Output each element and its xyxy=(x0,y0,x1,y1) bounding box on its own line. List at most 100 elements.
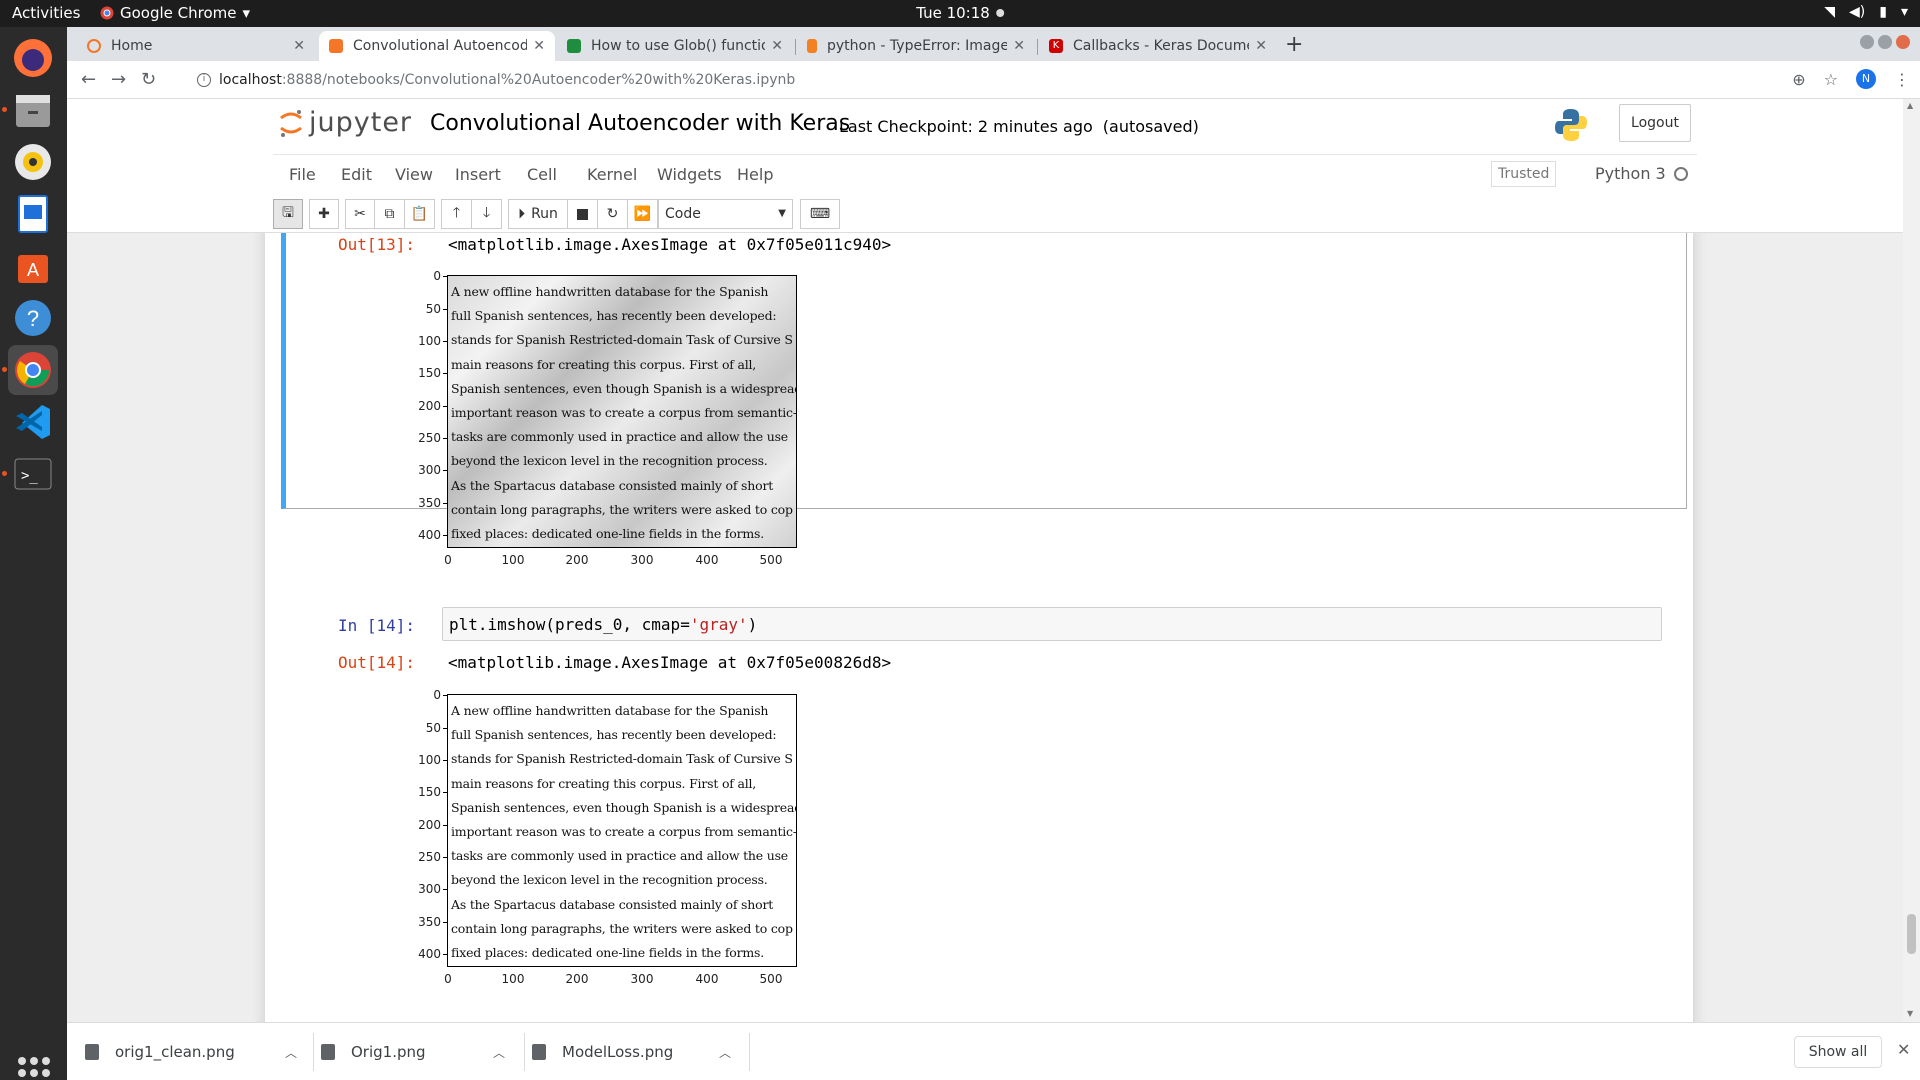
zoom-icon[interactable]: ⊕ xyxy=(1792,70,1805,89)
kernel-name: Python 3 xyxy=(1595,164,1666,183)
chevron-down-icon: ▾ xyxy=(242,4,251,22)
help-icon[interactable]: ? xyxy=(8,293,58,343)
plus-icon: ✚ xyxy=(318,206,330,222)
tab-notebook[interactable]: Convolutional Autoencod ✕ xyxy=(319,31,555,61)
interrupt-button[interactable] xyxy=(567,199,598,229)
chrome-window: Home ✕ Convolutional Autoencod ✕ How to … xyxy=(67,27,1920,1080)
page-scrollbar[interactable]: ▲ ▼ xyxy=(1903,99,1920,1022)
cell-type-select[interactable]: Code ▼ xyxy=(658,199,793,229)
tab-home[interactable]: Home ✕ xyxy=(77,31,315,61)
run-button[interactable]: ⏵ Run xyxy=(508,199,568,229)
divider xyxy=(749,1033,750,1071)
show-applications-icon[interactable] xyxy=(18,1057,50,1080)
activities-button[interactable]: Activities xyxy=(12,4,80,22)
chevron-up-icon[interactable]: ︿ xyxy=(285,1044,297,1061)
vscode-icon[interactable] xyxy=(8,397,58,447)
close-icon[interactable]: ✕ xyxy=(1255,38,1267,54)
y-tick-label: 100 xyxy=(411,334,447,348)
x-tick-label: 100 xyxy=(501,972,525,986)
terminal-icon[interactable]: >_ xyxy=(8,449,58,499)
image-text-line: main reasons for creating this corpus. F… xyxy=(451,356,757,372)
menu-view[interactable]: View xyxy=(395,165,433,184)
back-arrow-icon[interactable]: ← xyxy=(81,69,96,90)
files-icon[interactable] xyxy=(8,85,58,135)
reload-icon[interactable]: ↻ xyxy=(141,69,156,90)
chevron-up-icon[interactable]: ︿ xyxy=(719,1044,731,1061)
logout-button[interactable]: Logout xyxy=(1619,104,1691,142)
tab-keras[interactable]: K Callbacks - Keras Docume ✕ xyxy=(1039,31,1277,61)
chrome-dock-icon[interactable] xyxy=(8,345,58,395)
system-tray[interactable]: ◥ ◀) ▮ ▾ xyxy=(1824,4,1908,20)
minimize-button[interactable] xyxy=(1860,35,1874,49)
chevron-down-icon: ▾ xyxy=(1900,4,1908,20)
paste-button[interactable]: 📋 xyxy=(404,199,435,229)
close-icon[interactable]: ✕ xyxy=(1897,1040,1910,1059)
scroll-up-arrow-icon[interactable]: ▲ xyxy=(1907,101,1913,110)
cut-button[interactable]: ✂ xyxy=(345,199,375,229)
y-tick-label: 250 xyxy=(411,431,447,445)
bookmark-star-icon[interactable]: ☆ xyxy=(1824,70,1838,89)
copy-button[interactable]: ⧉ xyxy=(374,199,405,229)
image-file-icon xyxy=(85,1044,99,1060)
command-palette-button[interactable]: ⌨ xyxy=(800,199,840,229)
move-down-button[interactable]: 🡓 xyxy=(471,199,502,229)
menu-kernel[interactable]: Kernel xyxy=(587,165,637,184)
tab-stackoverflow[interactable]: python - TypeError: Image ✕ xyxy=(797,31,1035,61)
scrollbar-thumb[interactable] xyxy=(1907,914,1916,954)
window-controls xyxy=(1860,35,1910,49)
scroll-down-arrow-icon[interactable]: ▼ xyxy=(1907,1009,1913,1018)
restart-run-all-button[interactable]: ⏩ xyxy=(627,199,658,229)
new-tab-button[interactable]: + xyxy=(1285,32,1303,57)
clock[interactable]: Tue 10:18 xyxy=(916,4,1004,22)
url-host: localhost xyxy=(219,72,282,88)
kebab-menu-icon[interactable]: ⋮ xyxy=(1894,70,1910,89)
save-button[interactable]: 🖫 xyxy=(273,199,303,229)
menu-cell[interactable]: Cell xyxy=(527,165,557,184)
menu-file[interactable]: File xyxy=(289,165,316,184)
notebook-title[interactable]: Convolutional Autoencoder with Keras xyxy=(430,111,850,136)
software-center-icon[interactable]: A xyxy=(8,241,58,291)
notebook-container: Out[13]: <matplotlib.image.AxesImage at … xyxy=(265,233,1693,1022)
close-icon[interactable]: ✕ xyxy=(1013,38,1025,54)
code-input[interactable]: plt.imshow(preds_0, cmap='gray') xyxy=(442,607,1662,641)
image-text-line: A new offline handwritten database for t… xyxy=(451,284,769,299)
close-icon[interactable]: ✕ xyxy=(771,38,783,54)
rhythmbox-icon[interactable] xyxy=(8,137,58,187)
info-icon[interactable]: i xyxy=(197,73,211,87)
close-icon[interactable]: ✕ xyxy=(293,38,305,54)
forward-arrow-icon[interactable]: → xyxy=(111,69,126,90)
tab-glob[interactable]: How to use Glob() functio ✕ xyxy=(557,31,793,61)
insert-cell-button[interactable]: ✚ xyxy=(309,199,339,229)
profile-avatar[interactable]: N xyxy=(1856,69,1876,89)
python-logo-icon xyxy=(1555,109,1587,141)
close-icon[interactable]: ✕ xyxy=(533,38,545,54)
running-indicator xyxy=(2,471,7,476)
y-tick-label: 0 xyxy=(411,688,447,702)
firefox-icon[interactable] xyxy=(8,33,58,83)
jupyter-logo[interactable]: jupyter xyxy=(279,107,412,138)
writer-icon[interactable] xyxy=(8,189,58,239)
x-tick-label: 0 xyxy=(444,553,452,567)
jupyter-wordmark: jupyter xyxy=(309,107,413,138)
image-file-icon xyxy=(532,1044,546,1060)
address-bar[interactable]: i localhost:8888/notebooks/Convolutional… xyxy=(187,66,1837,94)
menu-insert[interactable]: Insert xyxy=(455,165,501,184)
trusted-badge[interactable]: Trusted xyxy=(1491,161,1557,187)
chevron-up-icon[interactable]: ︿ xyxy=(493,1044,505,1061)
app-menu[interactable]: Google Chrome ▾ xyxy=(100,4,250,22)
tab-title: Convolutional Autoencod xyxy=(353,38,528,54)
image-text-line: beyond the lexicon level in the recognit… xyxy=(451,872,768,888)
download-item[interactable]: orig1_clean.png ︿ xyxy=(85,1023,315,1080)
show-all-button[interactable]: Show all xyxy=(1794,1036,1882,1068)
restart-button[interactable]: ↻ xyxy=(597,199,628,229)
menu-edit[interactable]: Edit xyxy=(341,165,372,184)
maximize-button[interactable] xyxy=(1878,35,1892,49)
y-tick-label: 400 xyxy=(411,528,447,542)
menu-help[interactable]: Help xyxy=(737,165,773,184)
menu-widgets[interactable]: Widgets xyxy=(657,165,722,184)
move-up-button[interactable]: 🡑 xyxy=(441,199,472,229)
download-item[interactable]: Orig1.png ︿ xyxy=(313,1023,523,1080)
download-item[interactable]: ModelLoss.png ︿ xyxy=(524,1023,749,1080)
window-close-button[interactable] xyxy=(1896,35,1910,49)
image-file-icon xyxy=(321,1044,335,1060)
